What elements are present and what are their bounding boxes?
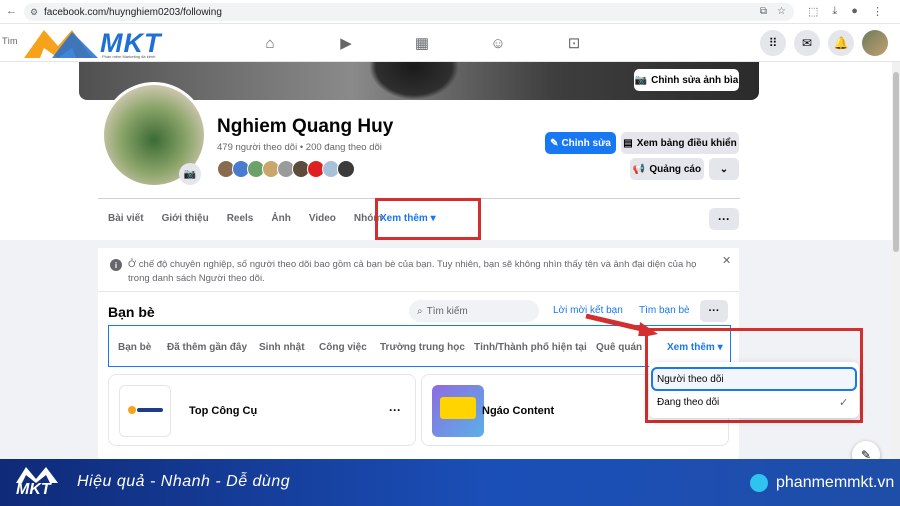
tab-about[interactable]: Giới thiệu bbox=[162, 213, 209, 224]
edit-cover-label: Chỉnh sửa ảnh bìa bbox=[651, 74, 739, 86]
dashboard-button[interactable]: ▤ Xem bảng điều khiển bbox=[621, 132, 739, 154]
browser-toolbar: ← ⚙ facebook.com/huynghiem0203/following… bbox=[0, 0, 900, 24]
home-icon[interactable]: ⌂ bbox=[250, 32, 290, 54]
messenger-icon[interactable]: ✉ bbox=[794, 30, 820, 56]
friends-tab-current-city[interactable]: Tỉnh/Thành phố hiện tại bbox=[474, 342, 587, 353]
site-info-icon[interactable]: ⚙ bbox=[30, 7, 40, 17]
profile-more-options-button[interactable]: ··· bbox=[709, 208, 739, 230]
scrollbar-thumb[interactable] bbox=[893, 72, 899, 252]
checkmark-icon: ✓ bbox=[839, 397, 849, 409]
search-placeholder: Tìm kiếm bbox=[426, 305, 468, 317]
friends-tab-all[interactable]: Bạn bè bbox=[118, 342, 151, 353]
facebook-top-nav: Tìm MKT Phần mềm Marketing đa kênh ⌂ ▶ ▦… bbox=[0, 24, 900, 62]
back-arrow-icon[interactable]: ← bbox=[6, 5, 17, 17]
tab-videos[interactable]: Video bbox=[309, 213, 336, 224]
address-text: facebook.com/huynghiem0203/following bbox=[44, 6, 222, 18]
notifications-icon[interactable]: 🔔 bbox=[828, 30, 854, 56]
edit-cover-button[interactable]: 📷 Chỉnh sửa ảnh bìa bbox=[634, 69, 739, 91]
info-icon: i bbox=[110, 259, 122, 271]
mkt-wing-icon bbox=[24, 30, 98, 58]
friends-tab-birthdays[interactable]: Sinh nhật bbox=[259, 342, 305, 353]
ads-button[interactable]: 📢 Quảng cáo bbox=[630, 158, 704, 180]
friend-thumbnail bbox=[119, 385, 171, 437]
video-icon[interactable]: ▶ bbox=[326, 32, 366, 54]
dropdown-item-following[interactable]: Đang theo dõi bbox=[657, 397, 719, 408]
ads-label: Quảng cáo bbox=[649, 163, 702, 175]
chevron-down-icon: ⌄ bbox=[719, 163, 729, 175]
professional-mode-notice: i Ở chế độ chuyên nghiệp, số người theo … bbox=[98, 248, 739, 292]
follow-stats[interactable]: 479 người theo dõi • 200 đang theo dõi bbox=[217, 142, 382, 153]
friends-tab-hometown[interactable]: Quê quán bbox=[596, 342, 642, 353]
ngao-content-logo-icon bbox=[440, 397, 476, 419]
menu-icon[interactable]: ⋮ bbox=[872, 5, 883, 18]
notice-text: Ở chế độ chuyên nghiệp, số người theo dõ… bbox=[128, 259, 697, 284]
mkt-watermark-logo: MKT Phần mềm Marketing đa kênh bbox=[22, 26, 172, 62]
dashboard-icon: ▤ bbox=[623, 137, 633, 149]
cover-person bbox=[369, 62, 459, 100]
pencil-icon: ✎ bbox=[550, 137, 559, 149]
profile-tabs: Bài viết Giới thiệu Reels Ảnh Video Nhóm bbox=[108, 213, 400, 224]
friend-options-icon[interactable]: ··· bbox=[389, 403, 401, 417]
friend-card-top-cong-cu[interactable]: Top Công Cụ ··· bbox=[108, 374, 416, 446]
friend-thumbnail bbox=[432, 385, 484, 437]
profile-name: Nghiem Quang Huy bbox=[217, 116, 394, 137]
account-avatar[interactable] bbox=[862, 30, 888, 56]
install-icon[interactable]: ⧉ bbox=[760, 6, 767, 17]
profile-dropdown-button[interactable]: ⌄ bbox=[709, 158, 739, 180]
globe-icon bbox=[750, 474, 768, 492]
friend-avatar[interactable] bbox=[337, 160, 355, 178]
friend-avatars bbox=[217, 160, 355, 178]
tab-photos[interactable]: Ảnh bbox=[271, 213, 290, 224]
mkt-logo-tagline: Phần mềm Marketing đa kênh bbox=[102, 54, 156, 59]
gaming-icon[interactable]: ⊡ bbox=[554, 32, 594, 54]
banner-slogan: Hiệu quả - Nhanh - Dễ dùng bbox=[77, 473, 291, 490]
search-icon: ⌕ bbox=[417, 305, 423, 317]
tab-posts[interactable]: Bài viết bbox=[108, 213, 144, 224]
bookmark-star-icon[interactable]: ☆ bbox=[777, 6, 786, 17]
edit-profile-label: Chỉnh sửa bbox=[561, 137, 611, 149]
profile-camera-icon[interactable]: 📷 bbox=[179, 163, 201, 185]
friends-options-button[interactable]: ··· bbox=[700, 300, 728, 322]
friends-title: Bạn bè bbox=[108, 304, 155, 320]
friends-tab-work[interactable]: Công việc bbox=[319, 342, 367, 353]
highlight-box-see-more bbox=[375, 198, 481, 240]
friends-search-input[interactable]: ⌕ Tìm kiếm bbox=[409, 300, 539, 322]
mkt-promo-banner: MKT Hiệu quả - Nhanh - Dễ dùng phanmemmk… bbox=[0, 459, 900, 506]
nav-search-stub[interactable]: Tìm bbox=[2, 36, 18, 46]
topcongcu-logo-icon bbox=[128, 406, 163, 414]
see-more-dropdown: Người theo dõi Đang theo dõi ✓ bbox=[649, 362, 859, 418]
apps-menu-icon[interactable]: ⠿ bbox=[760, 30, 786, 56]
page-scrollbar[interactable] bbox=[892, 62, 900, 459]
friends-section: i Ở chế độ chuyên nghiệp, số người theo … bbox=[98, 248, 739, 463]
address-bar[interactable]: ⚙ facebook.com/huynghiem0203/following ⧉… bbox=[24, 3, 794, 21]
download-icon[interactable]: ⤓ bbox=[832, 5, 837, 18]
tab-reels[interactable]: Reels bbox=[227, 213, 254, 224]
friends-tab-highschool[interactable]: Trường trung học bbox=[380, 342, 465, 353]
close-icon[interactable]: ✕ bbox=[722, 254, 731, 267]
dashboard-label: Xem bảng điều khiển bbox=[636, 137, 737, 149]
megaphone-icon: 📢 bbox=[632, 163, 646, 175]
friend-name[interactable]: Ngáo Content bbox=[482, 405, 554, 417]
friend-name[interactable]: Top Công Cụ bbox=[189, 405, 257, 417]
camera-icon: 📷 bbox=[634, 74, 648, 86]
dropdown-item-followers[interactable]: Người theo dõi bbox=[657, 374, 724, 385]
profile-icon[interactable]: ● bbox=[851, 5, 858, 18]
profile-header: 📷 Chỉnh sửa ảnh bìa 📷 Nghiem Quang Huy 4… bbox=[0, 62, 892, 240]
banner-logo-text: MKT bbox=[16, 481, 51, 498]
extensions-icon[interactable]: ⬚ bbox=[808, 5, 818, 18]
friends-tab-recent[interactable]: Đã thêm gần đây bbox=[167, 342, 247, 353]
banner-website: phanmemmkt.vn bbox=[776, 474, 895, 491]
groups-icon[interactable]: ☺ bbox=[478, 32, 518, 54]
marketplace-icon[interactable]: ▦ bbox=[402, 32, 442, 54]
edit-profile-button[interactable]: ✎ Chỉnh sửa bbox=[545, 132, 616, 154]
banner-logo: MKT bbox=[14, 463, 64, 503]
